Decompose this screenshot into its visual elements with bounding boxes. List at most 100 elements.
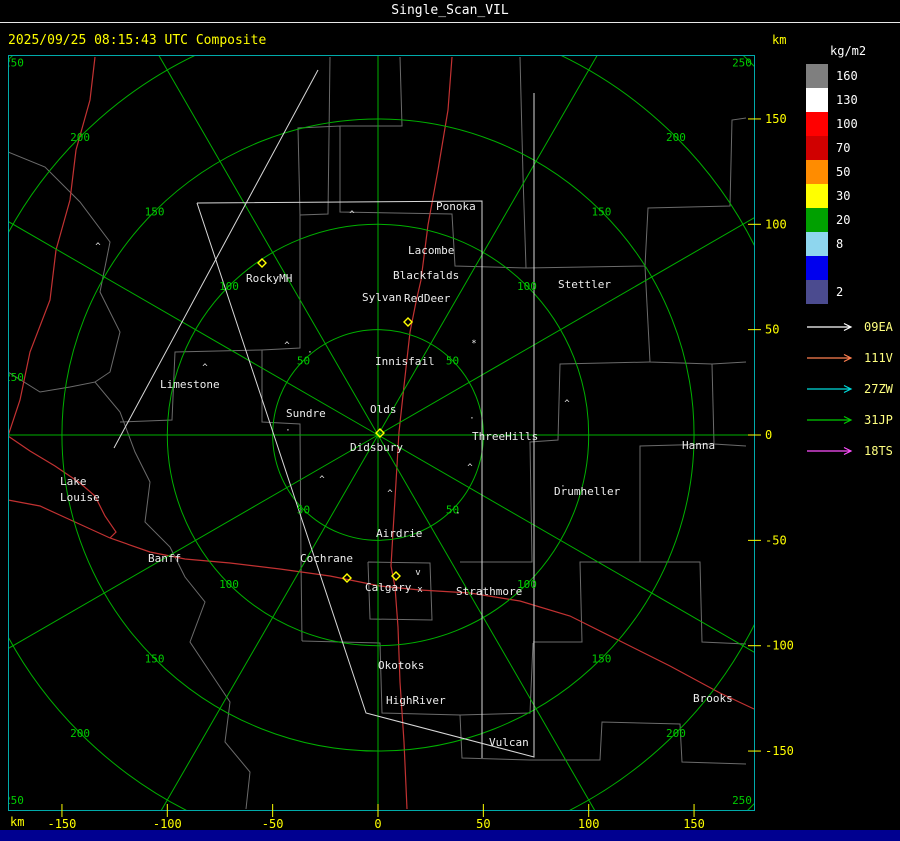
x-axis-tick-label: -150 bbox=[47, 817, 76, 831]
x-axis-tick-label: 50 bbox=[476, 817, 490, 831]
radar-site-icon bbox=[403, 317, 413, 327]
city-label: Cochrane bbox=[300, 552, 353, 565]
svg-text:·: · bbox=[560, 482, 565, 492]
radar-legend-row: 18TS bbox=[806, 444, 898, 458]
city-label: HighRiver bbox=[386, 694, 446, 707]
svg-text:50: 50 bbox=[446, 355, 459, 368]
vil-colorbar: 160 130 100 70 50 30 20 8 2 bbox=[806, 64, 898, 304]
colorbar-row: 70 bbox=[806, 136, 898, 160]
radar-legend-id: 09EA bbox=[864, 320, 893, 334]
radar-arrow-icon bbox=[807, 322, 853, 332]
radar-legend-id: 111V bbox=[864, 351, 893, 365]
svg-text:100: 100 bbox=[219, 578, 239, 591]
svg-text:·: · bbox=[307, 348, 312, 358]
y-axis-tick-label: -50 bbox=[765, 533, 787, 547]
svg-text:150: 150 bbox=[145, 206, 165, 219]
svg-text:250: 250 bbox=[4, 371, 24, 384]
svg-text:^: ^ bbox=[284, 341, 290, 351]
colorbar-swatch bbox=[806, 112, 828, 136]
city-label: Ponoka bbox=[436, 200, 476, 213]
radar-legend-id: 18TS bbox=[864, 444, 893, 458]
svg-text:^: ^ bbox=[202, 363, 208, 373]
city-label: Brooks bbox=[693, 692, 733, 705]
radar-arrow-icon bbox=[807, 446, 853, 456]
y-axis-tick-label: 0 bbox=[765, 428, 772, 442]
colorbar-row: 50 bbox=[806, 160, 898, 184]
svg-text:150: 150 bbox=[145, 652, 165, 665]
city-label: Olds bbox=[370, 403, 397, 416]
city-label: Calgary bbox=[365, 581, 412, 594]
city-label: RockyMH bbox=[246, 272, 292, 285]
radar-id-legend: 09EA 111V 27ZW 31JP 18TS bbox=[806, 320, 898, 458]
svg-text:200: 200 bbox=[666, 727, 686, 740]
svg-text:250: 250 bbox=[4, 794, 24, 807]
svg-text:250: 250 bbox=[4, 57, 24, 70]
radar-app-window: Single_Scan_VIL 2025/09/25 08:15:43 UTC … bbox=[0, 0, 900, 841]
radar-legend-id: 27ZW bbox=[864, 382, 893, 396]
colorbar-value: 8 bbox=[836, 237, 844, 251]
bottom-status-bar bbox=[0, 830, 900, 841]
radar-legend-row: 31JP bbox=[806, 413, 898, 427]
y-axis-tick-label: 150 bbox=[765, 112, 787, 126]
colorbar-value: 130 bbox=[836, 93, 858, 107]
radar-site-icon bbox=[257, 258, 267, 268]
colorbar-row: 100 bbox=[806, 112, 898, 136]
colorbar-row: 160 bbox=[806, 64, 898, 88]
svg-text:200: 200 bbox=[70, 131, 90, 144]
svg-text:x: x bbox=[417, 585, 423, 595]
colorbar-swatch bbox=[806, 64, 828, 88]
x-axis-tick-label: -100 bbox=[153, 817, 182, 831]
radar-arrow-icon bbox=[807, 353, 853, 363]
city-label: Lacombe bbox=[408, 244, 454, 257]
radar-legend-id: 31JP bbox=[864, 413, 893, 427]
svg-text:150: 150 bbox=[592, 206, 612, 219]
svg-text:·: · bbox=[469, 414, 474, 424]
colorbar-value: 20 bbox=[836, 213, 851, 227]
city-label: Sundre bbox=[286, 407, 326, 420]
axis-ticks-and-labels: -150 -100 -50 0 50 100 150 150 100 50 0 -50 -100 -150 bbox=[47, 112, 793, 831]
city-label: ThreeHills bbox=[472, 430, 538, 443]
radar-legend-row: 27ZW bbox=[806, 382, 898, 396]
colorbar-swatch bbox=[806, 136, 828, 160]
svg-text:·: · bbox=[455, 509, 460, 519]
svg-text:150: 150 bbox=[592, 652, 612, 665]
colorbar-swatch bbox=[806, 232, 828, 256]
svg-text:100: 100 bbox=[517, 280, 537, 293]
obs-symbols: ^ ^ ^ ^ ^ ^ ^ ^ v * x · · · · · bbox=[95, 210, 570, 595]
colorbar-row: 30 bbox=[806, 184, 898, 208]
x-axis-tick-label: 150 bbox=[683, 817, 705, 831]
x-axis-tick-label: -50 bbox=[262, 817, 284, 831]
y-axis-tick-label: 100 bbox=[765, 217, 787, 231]
colorbar-swatch bbox=[806, 88, 828, 112]
colorbar-value: 160 bbox=[836, 69, 858, 83]
colorbar-row: 20 bbox=[806, 208, 898, 232]
radar-map-canvas[interactable]: 5010015020025050100150200250501001502002… bbox=[0, 0, 900, 841]
colorbar-value: 30 bbox=[836, 189, 851, 203]
colorbar-value: 2 bbox=[836, 285, 844, 299]
svg-text:^: ^ bbox=[387, 489, 393, 499]
city-label: Vulcan bbox=[489, 736, 529, 749]
svg-text:*: * bbox=[471, 339, 476, 349]
svg-text:200: 200 bbox=[70, 727, 90, 740]
city-label: Banff bbox=[148, 552, 181, 565]
colorbar-swatch bbox=[806, 184, 828, 208]
svg-text:^: ^ bbox=[467, 463, 473, 473]
svg-text:50: 50 bbox=[297, 503, 310, 516]
y-axis-tick-label: -150 bbox=[765, 744, 794, 758]
svg-text:^: ^ bbox=[349, 210, 355, 220]
city-label: Innisfail bbox=[375, 355, 435, 368]
city-label: Strathmore bbox=[456, 585, 522, 598]
city-label: Sylvan bbox=[362, 291, 402, 304]
y-axis-tick-label: -100 bbox=[765, 639, 794, 653]
city-label: Didsbury bbox=[350, 441, 403, 454]
colorbar-row: 2 bbox=[806, 280, 898, 304]
colorbar-row: 8 bbox=[806, 232, 898, 256]
colorbar-value: 70 bbox=[836, 141, 851, 155]
svg-text:^: ^ bbox=[564, 399, 570, 409]
svg-text:^: ^ bbox=[95, 242, 101, 252]
legend-sidebar: kg/m2 160 130 100 70 50 30 20 8 2 09EA 111V 27ZW 31… bbox=[806, 44, 898, 475]
colorbar-swatch bbox=[806, 160, 828, 184]
city-label: Airdrie bbox=[376, 527, 422, 540]
colorbar-value: 50 bbox=[836, 165, 851, 179]
svg-text:·: · bbox=[285, 426, 290, 436]
